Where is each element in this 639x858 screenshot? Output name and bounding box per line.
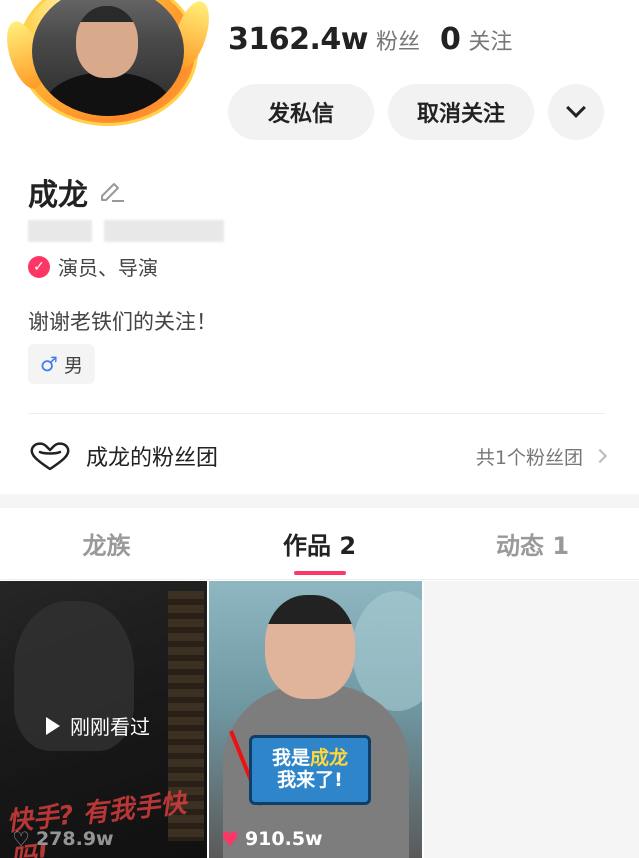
sign-text: 我是 <box>271 747 310 770</box>
heart-filled-icon: ♥ <box>221 827 239 851</box>
like-count: ♥ 910.5w <box>221 828 323 850</box>
send-message-button[interactable]: 发私信 <box>228 84 374 140</box>
tab-label: 动态 1 <box>495 532 570 560</box>
empty-grid-cell <box>424 581 639 858</box>
verification-text: 演员、导演 <box>58 256 158 280</box>
avatar[interactable] <box>0 0 217 140</box>
fan-group-heart-icon <box>30 442 70 471</box>
fans-count: 3162.4w <box>228 22 368 57</box>
work-card[interactable]: 我是成龙 我来了! ♥ 910.5w <box>209 581 422 858</box>
tab-label: 龙族 <box>82 532 131 560</box>
recently-watched-label: 刚刚看过 <box>46 711 150 740</box>
like-count-value: 910.5w <box>244 828 323 850</box>
avatar-body <box>44 72 172 116</box>
fans-label: 粉丝 <box>375 30 420 55</box>
redacted-id-2 <box>104 220 224 242</box>
like-count: ♡ 278.9w <box>12 828 114 850</box>
sign-line-1: 我是成龙 <box>271 747 349 770</box>
fans-stat[interactable]: 3162.4w 粉丝 <box>228 22 420 57</box>
following-stat[interactable]: 0 关注 <box>440 22 512 57</box>
following-count: 0 <box>440 22 461 57</box>
fan-group-title: 成龙的粉丝团 <box>86 446 219 471</box>
profile-bio: 谢谢老铁们的关注！ <box>28 310 217 334</box>
gender-tag: ♂ 男 <box>28 344 95 384</box>
section-separator <box>0 494 639 508</box>
sign-line-2: 我来了! <box>277 769 343 791</box>
divider <box>28 413 605 414</box>
play-icon <box>46 716 60 735</box>
chevron-down-icon <box>566 98 586 118</box>
like-count-value: 278.9w <box>35 828 114 850</box>
edit-pencil-icon[interactable] <box>98 176 126 204</box>
gender-text: 男 <box>63 354 83 377</box>
works-grid: 刚刚看过 快手? 有我手快吗! ♡ 278.9w 我是成龙 我来了! ♥ 910… <box>0 581 639 858</box>
male-icon: ♂ <box>40 352 58 376</box>
fan-group-count: 共1个粉丝团 <box>475 446 583 469</box>
tab-works[interactable]: 作品 2 <box>213 508 426 579</box>
active-tab-indicator <box>293 571 346 575</box>
avatar-face <box>76 6 138 78</box>
tab-label: 作品 2 <box>282 532 357 560</box>
verified-check-icon: ✓ <box>28 255 50 278</box>
unfollow-button[interactable]: 取消关注 <box>388 84 534 140</box>
chevron-right-icon <box>592 448 608 464</box>
work-card[interactable]: 刚刚看过 快手? 有我手快吗! ♡ 278.9w <box>0 581 207 858</box>
following-label: 关注 <box>468 30 513 55</box>
content-tabs: 龙族 作品 2 动态 1 <box>0 508 639 580</box>
person-head <box>265 595 355 699</box>
verification-row: ✓ 演员、导演 <box>28 252 158 281</box>
fan-group-row[interactable]: 成龙的粉丝团 共1个粉丝团 <box>28 432 608 480</box>
video-caption-sign: 我是成龙 我来了! <box>249 735 371 805</box>
tab-dragon-clan[interactable]: 龙族 <box>0 508 213 579</box>
sign-highlight-text: 成龙 <box>310 747 349 770</box>
profile-name: 成龙 <box>28 178 88 213</box>
recently-watched-text: 刚刚看过 <box>70 715 150 739</box>
avatar-photo <box>32 0 184 116</box>
heart-outline-icon: ♡ <box>12 827 30 851</box>
redacted-id <box>28 220 92 242</box>
more-options-button[interactable] <box>548 84 604 140</box>
tab-moments[interactable]: 动态 1 <box>426 508 639 579</box>
